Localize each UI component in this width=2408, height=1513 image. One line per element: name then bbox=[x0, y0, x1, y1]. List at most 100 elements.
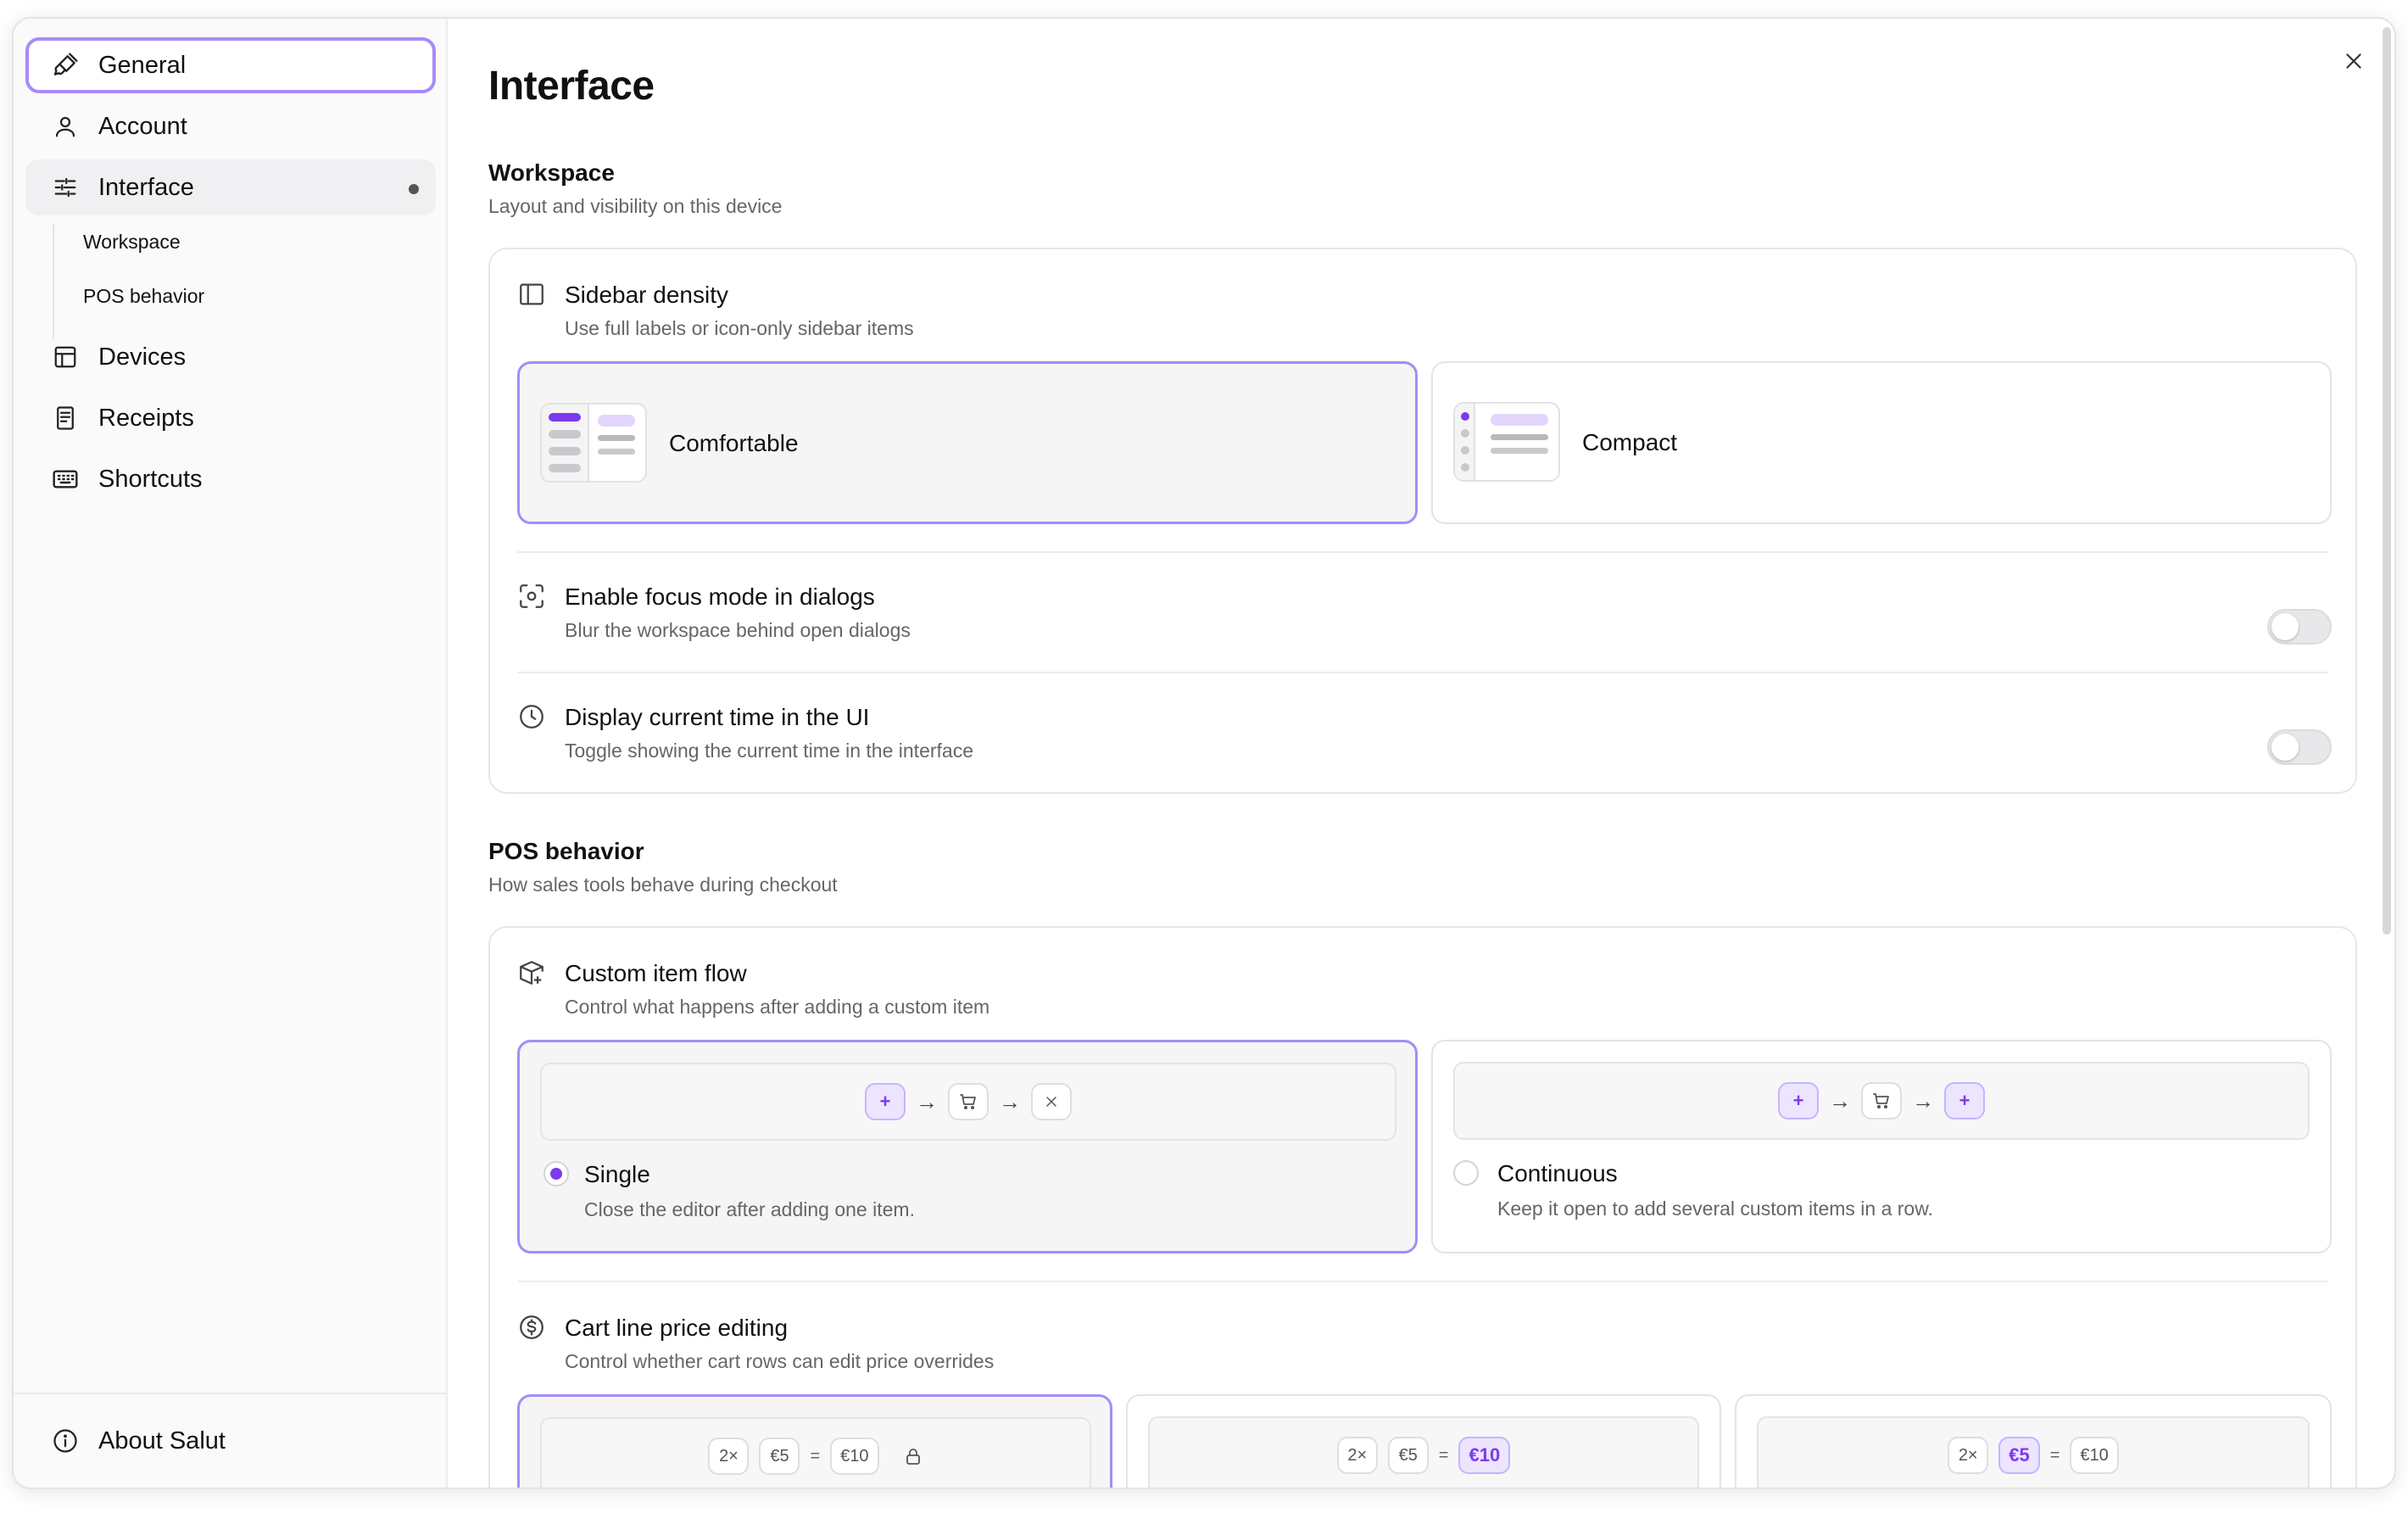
custom-item-flow-desc: Control what happens after adding a cust… bbox=[565, 996, 990, 1018]
arrow-right-icon: → bbox=[916, 1088, 938, 1114]
page-title: Interface bbox=[488, 64, 655, 109]
keyboard-icon bbox=[51, 465, 80, 494]
density-option-comfortable[interactable]: Comfortable bbox=[517, 361, 1418, 524]
sidebar-item-shortcuts[interactable]: Shortcuts bbox=[25, 451, 436, 507]
focus-icon bbox=[520, 584, 543, 608]
cart-icon bbox=[948, 1083, 989, 1120]
section-desc-workspace: Layout and visibility on this device bbox=[488, 195, 783, 217]
sidebar-item-receipts[interactable]: Receipts bbox=[25, 390, 436, 446]
sidebar-subitem-pos-behavior[interactable]: POS behavior bbox=[83, 285, 204, 308]
focus-mode-title: Enable focus mode in dialogs bbox=[565, 583, 875, 610]
arrow-right-icon: → bbox=[999, 1088, 1021, 1114]
continuous-desc: Keep it open to add several custom items… bbox=[1497, 1198, 1933, 1220]
total-chip: €10 bbox=[830, 1438, 879, 1475]
package-plus-icon bbox=[520, 961, 543, 985]
close-button[interactable] bbox=[2337, 44, 2371, 78]
single-flow-preview: + → → bbox=[540, 1063, 1396, 1141]
sidebar-item-account[interactable]: Account bbox=[25, 98, 436, 154]
continuous-flow-preview: + → → + bbox=[1453, 1062, 2310, 1140]
subnav-guide-line bbox=[53, 224, 54, 339]
dollar-circle-icon bbox=[520, 1315, 543, 1339]
price-option-locked[interactable]: 2× €5 = €10 bbox=[517, 1394, 1112, 1488]
total-chip-editable: €10 bbox=[1458, 1437, 1511, 1474]
layout-icon bbox=[51, 343, 80, 371]
about-label: About Salut bbox=[98, 1426, 226, 1454]
divider bbox=[517, 1281, 2328, 1282]
focus-mode-desc: Blur the workspace behind open dialogs bbox=[565, 619, 911, 641]
lock-icon bbox=[903, 1446, 923, 1466]
workspace-card: Sidebar density Use full labels or icon-… bbox=[488, 248, 2357, 794]
divider bbox=[517, 551, 2328, 553]
single-radio[interactable] bbox=[543, 1161, 569, 1186]
section-title-workspace: Workspace bbox=[488, 159, 615, 186]
scrollbar-thumb[interactable] bbox=[2383, 27, 2391, 935]
custom-item-flow-title: Custom item flow bbox=[565, 960, 747, 986]
sidebar-density-title: Sidebar density bbox=[565, 282, 729, 308]
current-time-title: Display current time in the UI bbox=[565, 704, 870, 730]
cart-icon bbox=[1861, 1082, 1902, 1119]
price-option-edit-total[interactable]: 2× €5 = €10 bbox=[1126, 1394, 1721, 1488]
divider bbox=[517, 672, 2328, 673]
density-option-compact[interactable]: Compact bbox=[1431, 361, 2332, 524]
plus-icon: + bbox=[865, 1083, 906, 1120]
edit-unit-preview: 2× €5 = €10 bbox=[1757, 1416, 2310, 1488]
sliders-icon bbox=[51, 173, 80, 202]
equals-sign: = bbox=[810, 1446, 821, 1466]
sidebar-density-desc: Use full labels or icon-only sidebar ite… bbox=[565, 317, 914, 339]
settings-sidebar: General Account Interface Workspace POS … bbox=[14, 19, 448, 1488]
compact-preview-icon bbox=[1453, 402, 1560, 482]
current-time-toggle[interactable] bbox=[2267, 729, 2332, 765]
flow-option-single[interactable]: + → → Single Close the editor after addi… bbox=[517, 1040, 1418, 1253]
unit-price-chip: €5 bbox=[1387, 1437, 1429, 1474]
info-icon bbox=[51, 1426, 80, 1455]
brush-icon bbox=[51, 51, 80, 80]
sidebar-item-general[interactable]: General bbox=[25, 37, 436, 93]
sidebar-item-label: Interface bbox=[98, 173, 194, 201]
equals-sign: = bbox=[1438, 1445, 1449, 1465]
section-desc-pos-behavior: How sales tools behave during checkout bbox=[488, 874, 838, 896]
sidebar-footer: About Salut bbox=[14, 1393, 446, 1488]
current-time-desc: Toggle showing the current time in the i… bbox=[565, 740, 973, 762]
sidebar-item-label: Devices bbox=[98, 343, 187, 371]
cart-line-price-desc: Control whether cart rows can edit price… bbox=[565, 1350, 995, 1372]
section-title-pos-behavior: POS behavior bbox=[488, 838, 644, 864]
unit-price-chip-editable: €5 bbox=[1998, 1437, 2040, 1474]
cart-line-price-title: Cart line price editing bbox=[565, 1315, 789, 1341]
comfortable-label: Comfortable bbox=[669, 430, 799, 456]
close-icon bbox=[2346, 53, 2361, 69]
receipt-icon bbox=[51, 404, 80, 433]
user-icon bbox=[51, 112, 80, 141]
sidebar-item-devices[interactable]: Devices bbox=[25, 329, 436, 385]
close-icon bbox=[1031, 1083, 1072, 1120]
unsaved-dot bbox=[409, 184, 419, 194]
price-option-edit-unit[interactable]: 2× €5 = €10 bbox=[1735, 1394, 2332, 1488]
plus-icon: + bbox=[1944, 1082, 1985, 1119]
sidebar-layout-icon bbox=[520, 283, 543, 305]
settings-window: General Account Interface Workspace POS … bbox=[12, 17, 2396, 1489]
arrow-right-icon: → bbox=[1829, 1087, 1851, 1114]
focus-mode-toggle[interactable] bbox=[2267, 609, 2332, 645]
flow-option-continuous[interactable]: + → → + Continuous Keep it open to add s… bbox=[1431, 1040, 2332, 1253]
continuous-radio[interactable] bbox=[1453, 1160, 1479, 1186]
clock-icon bbox=[520, 705, 543, 729]
compact-label: Compact bbox=[1582, 429, 1678, 455]
sidebar-item-label: Account bbox=[98, 112, 187, 140]
qty-chip: 2× bbox=[1948, 1437, 1989, 1474]
edit-total-preview: 2× €5 = €10 bbox=[1148, 1416, 1699, 1488]
qty-chip: 2× bbox=[1336, 1437, 1378, 1474]
pos-behavior-card: Custom item flow Control what happens af… bbox=[488, 926, 2357, 1488]
sidebar-item-label: General bbox=[98, 51, 187, 79]
equals-sign: = bbox=[2049, 1445, 2060, 1465]
sidebar-item-interface[interactable]: Interface bbox=[25, 159, 436, 215]
single-label: Single bbox=[584, 1161, 650, 1187]
total-chip: €10 bbox=[2070, 1437, 2119, 1474]
sidebar-item-label: Shortcuts bbox=[98, 465, 203, 493]
settings-main: Interface Workspace Layout and visibilit… bbox=[448, 19, 2394, 1488]
sidebar-subitem-workspace[interactable]: Workspace bbox=[83, 231, 181, 254]
unit-price-chip: €5 bbox=[759, 1438, 800, 1475]
sidebar-item-label: Receipts bbox=[98, 404, 194, 432]
comfortable-preview-icon bbox=[540, 403, 647, 483]
single-desc: Close the editor after adding one item. bbox=[584, 1198, 915, 1220]
about-salut-link[interactable]: About Salut bbox=[25, 1413, 436, 1469]
locked-price-preview: 2× €5 = €10 bbox=[540, 1417, 1091, 1488]
